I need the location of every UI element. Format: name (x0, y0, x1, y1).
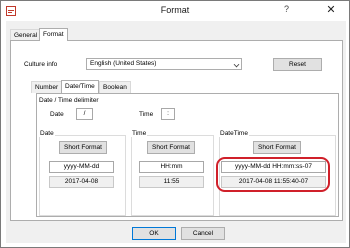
time-delimiter-input[interactable]: : (161, 108, 175, 120)
culture-info-value: English (United States) (90, 60, 157, 67)
date-preview: 2017-04-08 (49, 176, 114, 188)
time-preview: 11:55 (139, 176, 204, 188)
time-format-input[interactable]: HH:mm (139, 161, 204, 173)
date-format-input[interactable]: yyyy-MM-dd (49, 161, 114, 173)
time-group-label: Time (131, 130, 148, 137)
datetime-group-label: DateTime (219, 130, 249, 137)
date-delimiter-input[interactable]: / (76, 108, 93, 120)
format-dialog: Format ? ✕ General Format Culture info E… (0, 0, 350, 248)
date-short-format-button[interactable]: Short Format (59, 141, 107, 154)
datetime-panel: Date / Time delimiter Date / Time : Date… (36, 93, 339, 217)
chevron-down-icon (233, 61, 240, 68)
close-icon[interactable]: ✕ (317, 3, 345, 17)
time-delimiter-label: Time (139, 111, 154, 118)
reset-button[interactable]: Reset (273, 58, 322, 71)
cancel-button[interactable]: Cancel (181, 227, 225, 240)
window-title: Format (160, 5, 190, 15)
delimiter-group-label: Date / Time delimiter (39, 97, 99, 104)
date-delimiter-label: Date (50, 111, 64, 118)
tab-number[interactable]: Number (31, 81, 63, 93)
title-bar: Format ? ✕ (1, 1, 349, 21)
red-highlight-annotation (216, 157, 330, 192)
culture-info-select[interactable]: English (United States) (86, 58, 242, 70)
date-group-label: Date (39, 130, 55, 137)
time-short-format-button[interactable]: Short Format (147, 141, 195, 154)
format-panel: Culture info English (United States) Res… (10, 40, 343, 221)
datetime-short-format-button[interactable]: Short Format (253, 141, 301, 154)
help-icon[interactable]: ? (284, 4, 289, 14)
tab-datetime[interactable]: Date/Time (61, 80, 99, 93)
ok-button[interactable]: OK (132, 227, 176, 240)
culture-info-label: Culture info (24, 61, 58, 68)
dialog-body: General Format Culture info English (Uni… (6, 21, 346, 243)
tab-boolean[interactable]: Boolean (99, 81, 131, 93)
tab-format[interactable]: Format (39, 28, 68, 41)
